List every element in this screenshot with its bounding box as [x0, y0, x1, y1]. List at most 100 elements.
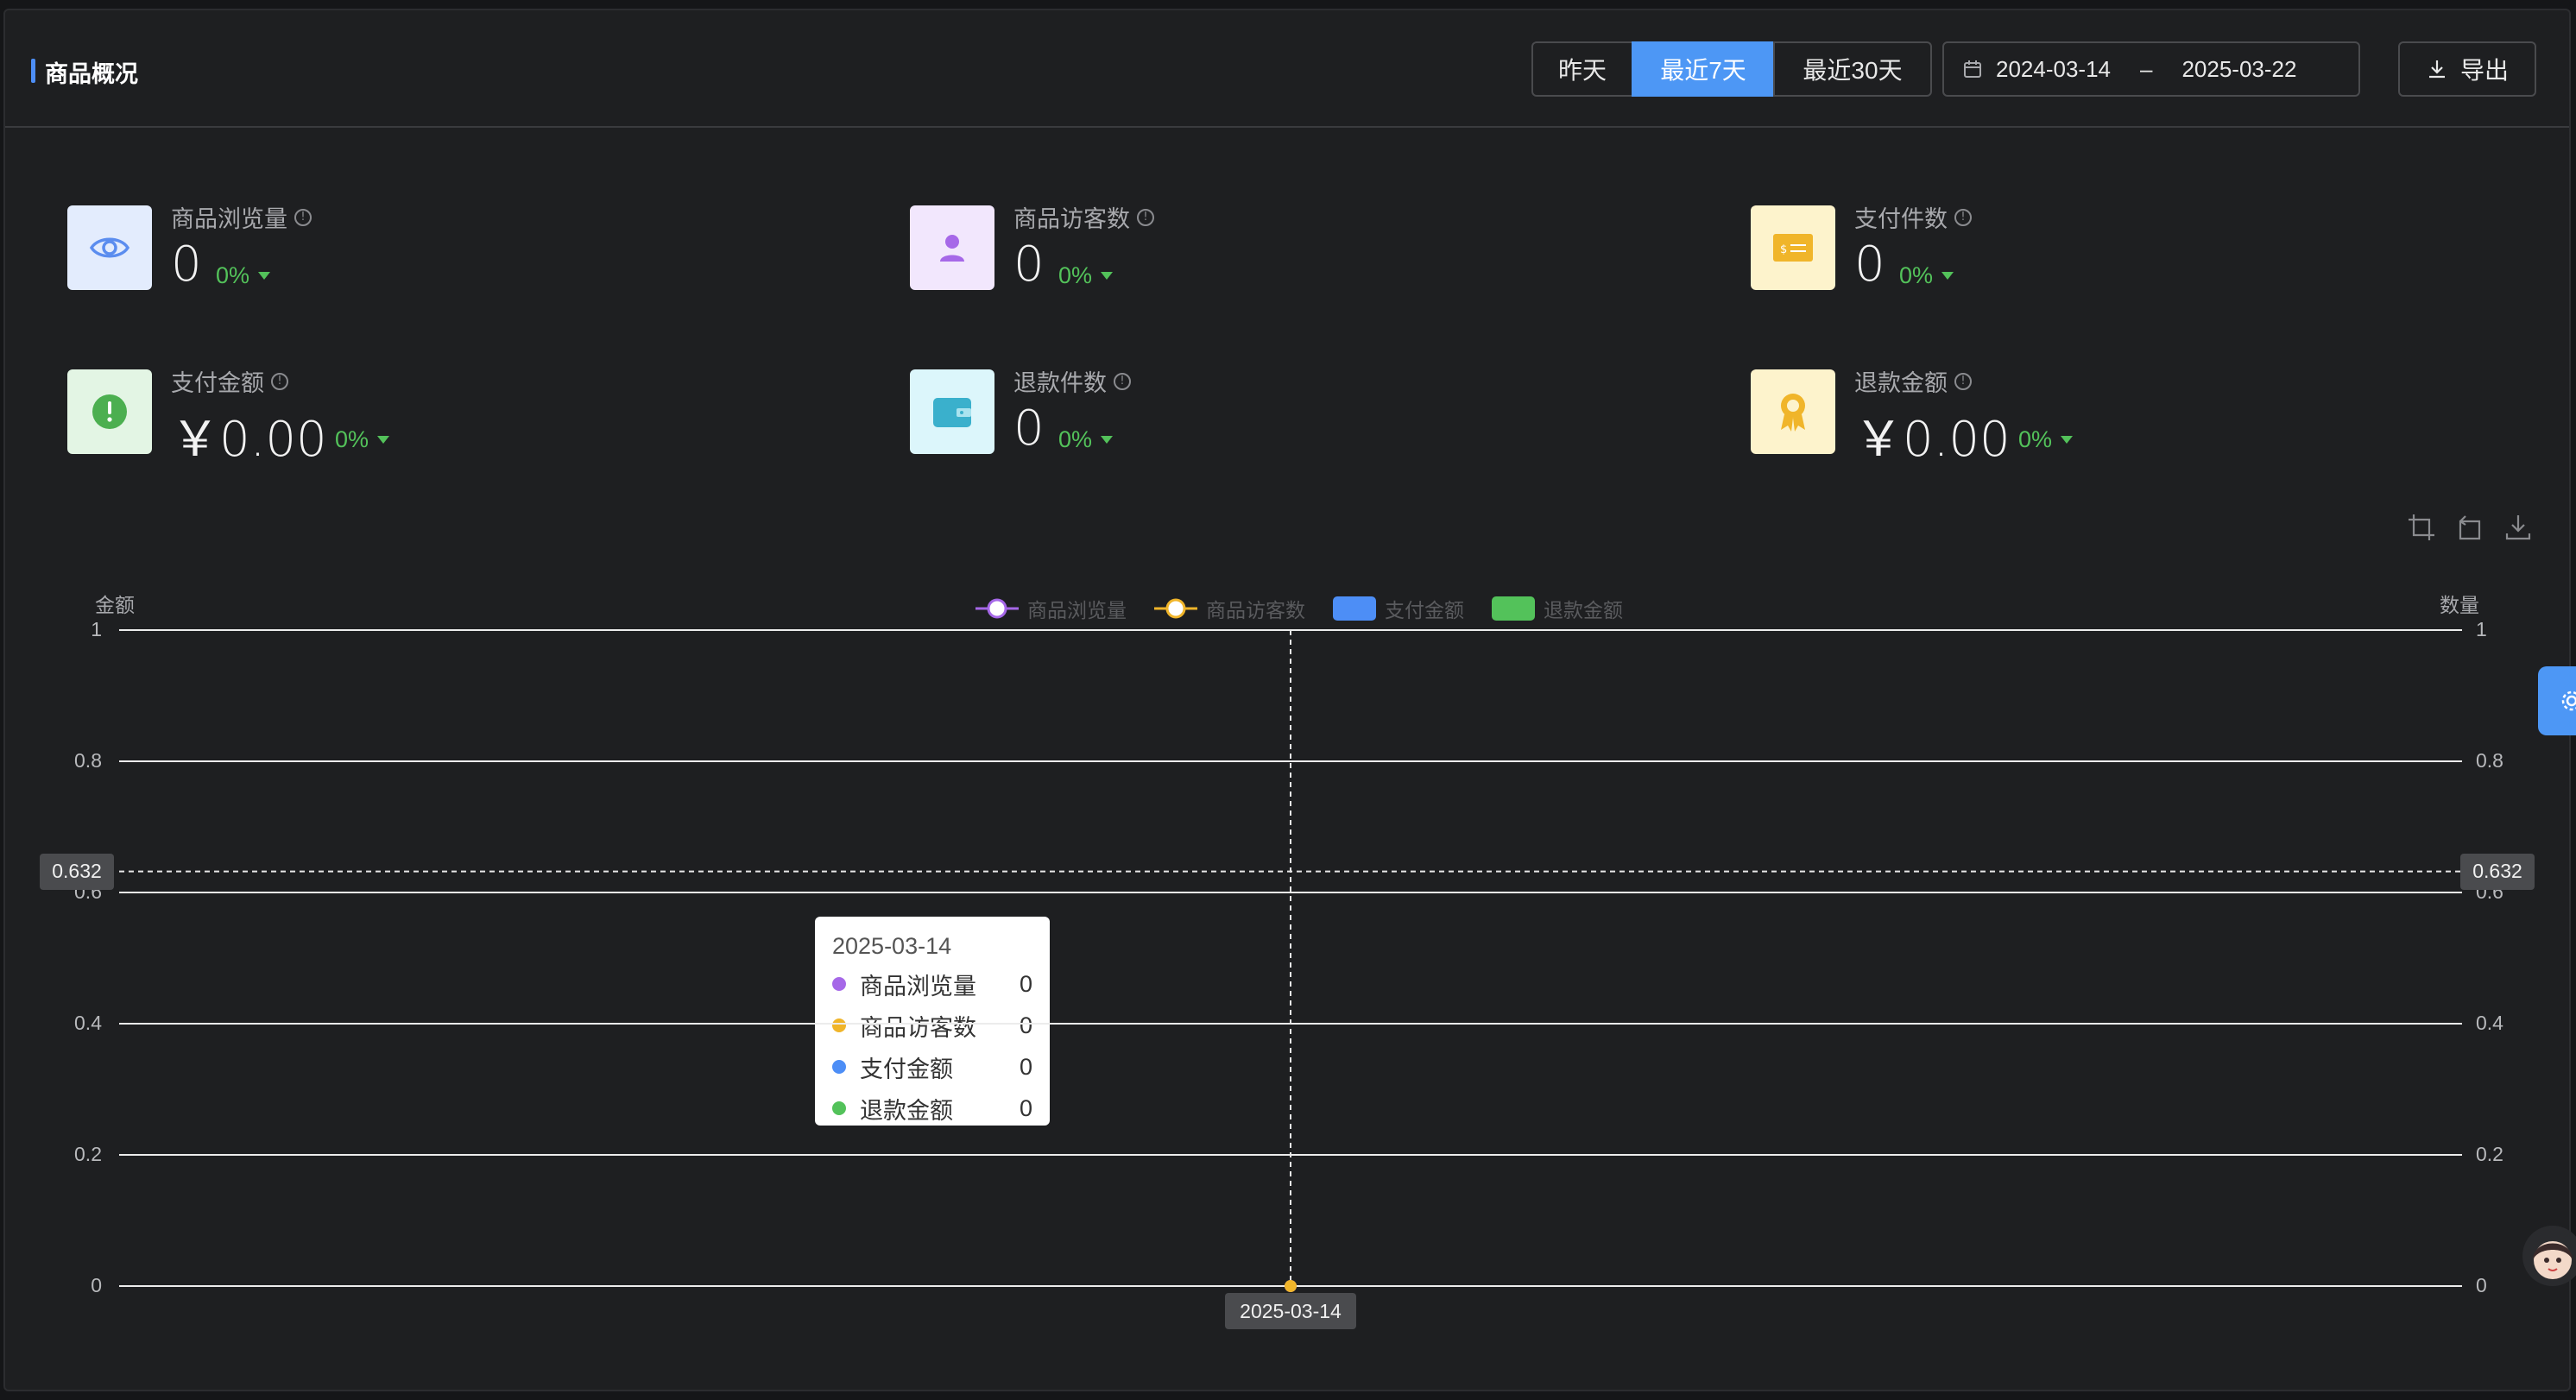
series-dot-icon	[832, 1101, 846, 1115]
chart-gridline	[119, 629, 2462, 631]
legend-bar-marker-icon	[1492, 596, 1535, 621]
kpi-change-value: 0%	[1058, 426, 1093, 452]
left-axis-title: 金额	[95, 594, 135, 616]
chart-toolbox	[2407, 513, 2533, 542]
y-tick-left: 0.4	[74, 1012, 102, 1034]
kpi-label: 商品浏览量	[171, 206, 287, 232]
info-icon[interactable]: !	[294, 208, 312, 226]
y-tick-left: 0.2	[74, 1143, 102, 1165]
kpi-change: 0%	[1899, 262, 1954, 289]
kpi-change: 0%	[1058, 426, 1114, 453]
date-range-picker[interactable]: 2024-03-14 – 2025-03-22	[1942, 41, 2360, 97]
page-title: 商品概况	[45, 61, 138, 87]
chart-gridline	[119, 1023, 2462, 1025]
y-tick-right: 0.4	[2476, 1012, 2503, 1034]
tooltip-date: 2025-03-14	[832, 933, 952, 959]
y-tick-right: 0.2	[2476, 1143, 2503, 1165]
kpi-value: 0	[1013, 400, 1045, 457]
kpi-value: 0	[171, 236, 202, 293]
date-separator: –	[2140, 55, 2153, 82]
kpi-change-value: 0%	[335, 426, 369, 452]
caret-down-icon	[2061, 436, 2074, 444]
legend-label: 商品访客数	[1206, 599, 1305, 621]
kpi-label: 支付件数	[1854, 206, 1948, 232]
award-icon	[1751, 369, 1835, 454]
zoom-select-icon[interactable]	[2407, 513, 2436, 542]
kpi-label: 退款件数	[1013, 370, 1107, 396]
gear-icon	[2561, 691, 2576, 711]
tooltip-series-name: 支付金额	[860, 1056, 953, 1082]
exclamation-icon	[67, 369, 152, 454]
tooltip-series-name: 商品浏览量	[860, 973, 976, 1000]
app-frame: 商品概况 昨天 最近7天 最近30天 2024-03-14 – 2025-03-…	[0, 0, 2576, 1400]
y-tick-left: 0.8	[74, 749, 102, 772]
y-tick-right: 0.8	[2476, 749, 2503, 772]
caret-down-icon	[1941, 272, 1954, 280]
kpi-value: ￥0.00	[171, 412, 327, 468]
info-icon[interactable]: !	[271, 372, 288, 390]
chart-svg	[119, 630, 2462, 1292]
kpi-value: 0	[1854, 236, 1885, 293]
kpi-value: 0	[1013, 236, 1045, 293]
user-icon	[910, 205, 994, 290]
legend-bar-marker-icon	[1333, 596, 1376, 621]
tooltip-row: 商品访客数 0	[832, 1005, 1032, 1046]
assistant-avatar[interactable]	[2522, 1226, 2576, 1286]
kpi-change-value: 0%	[1899, 262, 1934, 288]
info-icon[interactable]: !	[1954, 372, 1972, 390]
info-icon[interactable]: !	[1954, 208, 1972, 226]
tooltip-series-value: 0	[1019, 970, 1032, 997]
legend-item-page-views[interactable]: 商品浏览量	[975, 594, 1127, 623]
kpi-change-value: 0%	[1058, 262, 1093, 288]
export-label: 导出	[2459, 57, 2509, 84]
kpi-change-value: 0%	[216, 262, 250, 288]
tooltip-series-value: 0	[1019, 1053, 1032, 1080]
date-end[interactable]: 2025-03-22	[2181, 56, 2296, 83]
legend-label: 支付金额	[1385, 599, 1464, 621]
caret-down-icon	[377, 436, 390, 444]
kpi-change: 0%	[1058, 262, 1114, 289]
caret-down-icon	[1101, 436, 1114, 444]
tooltip-row: 退款金额 0	[832, 1088, 1032, 1129]
chart-gridline	[119, 1285, 2462, 1287]
range-30days-button[interactable]: 最近30天	[1773, 41, 1932, 97]
settings-tab[interactable]	[2538, 666, 2576, 735]
export-button[interactable]: 导出	[2398, 41, 2536, 97]
range-yesterday-button[interactable]: 昨天	[1531, 41, 1633, 97]
legend-line-marker-icon	[975, 598, 1019, 619]
tooltip-series-name: 退款金额	[860, 1097, 953, 1124]
series-dot-icon	[832, 977, 846, 991]
avatar-icon	[2533, 1241, 2573, 1279]
info-icon[interactable]: !	[1114, 372, 1131, 390]
chart-gridline	[119, 892, 2462, 893]
date-start[interactable]: 2024-03-14	[1996, 56, 2111, 83]
y-tick-right: 0	[2476, 1274, 2487, 1296]
info-icon[interactable]: !	[1137, 208, 1154, 226]
tooltip-row: 商品浏览量 0	[832, 963, 1032, 1005]
save-image-icon[interactable]	[2503, 513, 2533, 542]
panel-header: 商品概况 昨天 最近7天 最近30天 2024-03-14 – 2025-03-…	[5, 10, 2569, 128]
kpi-change-value: 0%	[2018, 426, 2053, 452]
crosshair-x-label: 2025-03-14	[1225, 1293, 1356, 1329]
legend-label: 退款金额	[1544, 599, 1623, 621]
legend-item-refund-amount[interactable]: 退款金额	[1492, 594, 1623, 623]
payment-card-icon: $	[1751, 205, 1835, 290]
chart-gridline	[119, 760, 2462, 762]
zoom-reset-icon[interactable]	[2455, 513, 2484, 542]
title-accent-bar	[31, 59, 35, 83]
tooltip-row: 支付金额 0	[832, 1046, 1032, 1088]
legend-item-visitors[interactable]: 商品访客数	[1154, 594, 1305, 623]
kpi-change: 0%	[2018, 426, 2074, 453]
kpi-label: 商品访客数	[1013, 206, 1130, 232]
legend-item-paid-amount[interactable]: 支付金额	[1333, 594, 1464, 623]
download-icon	[2428, 60, 2445, 79]
y-tick-left: 1	[91, 618, 102, 640]
kpi-value: ￥0.00	[1854, 412, 2011, 468]
crosshair-y-label-left: 0.632	[40, 853, 114, 890]
range-7days-button[interactable]: 最近7天	[1632, 41, 1775, 97]
y-tick-right: 1	[2476, 618, 2487, 640]
svg-text:$: $	[1780, 243, 1787, 256]
legend-label: 商品浏览量	[1027, 599, 1127, 621]
tooltip-series-name: 商品访客数	[860, 1014, 976, 1041]
kpi-change: 0%	[335, 426, 390, 453]
